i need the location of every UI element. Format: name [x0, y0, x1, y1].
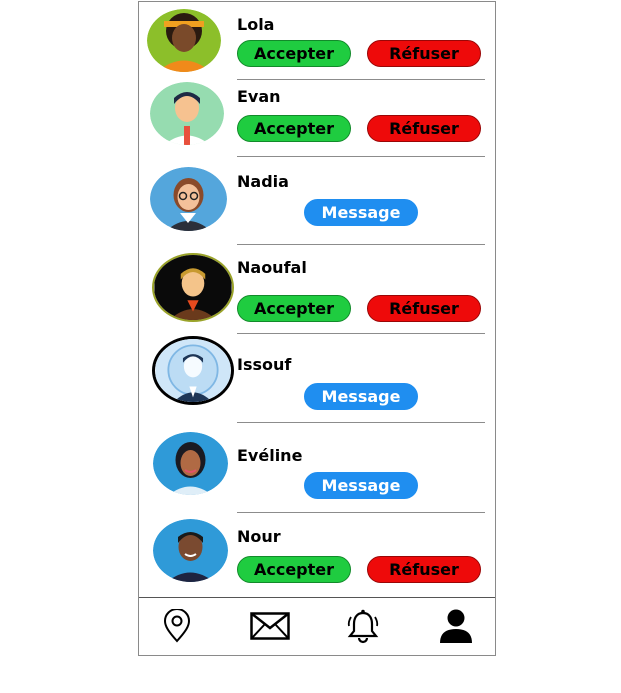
- nav-notifications[interactable]: [342, 606, 384, 646]
- accept-button[interactable]: Accepter: [237, 115, 351, 142]
- contact-name: Issouf: [237, 355, 292, 374]
- refuse-button[interactable]: Réfuser: [367, 556, 481, 583]
- divider: [237, 79, 485, 80]
- avatar-eveline[interactable]: [153, 432, 228, 495]
- refuse-button[interactable]: Réfuser: [367, 40, 481, 67]
- location-pin-icon: [163, 609, 191, 643]
- refuse-button[interactable]: Réfuser: [367, 295, 481, 322]
- divider: [237, 422, 485, 423]
- avatar-evan[interactable]: [150, 82, 224, 145]
- bottom-navigation: [139, 597, 495, 655]
- contact-name: Lola: [237, 15, 275, 34]
- nav-map[interactable]: [156, 606, 198, 646]
- divider: [237, 512, 485, 513]
- accept-button[interactable]: Accepter: [237, 556, 351, 583]
- nav-messages[interactable]: [249, 606, 291, 646]
- divider: [237, 156, 485, 157]
- avatar-issouf[interactable]: [152, 336, 234, 405]
- contact-name: Evan: [237, 87, 281, 106]
- mail-icon: [250, 612, 290, 640]
- accept-button[interactable]: Accepter: [237, 295, 351, 322]
- nav-profile[interactable]: [435, 606, 477, 646]
- friends-screen: Lola Accepter Réfuser Evan Accepter Réfu…: [138, 1, 496, 656]
- message-button[interactable]: Message: [304, 472, 418, 499]
- avatar-lola[interactable]: [147, 9, 221, 72]
- avatar-nour[interactable]: [153, 519, 228, 582]
- avatar-nadia[interactable]: [150, 167, 227, 231]
- user-icon: [440, 609, 472, 643]
- accept-button[interactable]: Accepter: [237, 40, 351, 67]
- contact-name: Nadia: [237, 172, 289, 191]
- divider: [237, 244, 485, 245]
- message-button[interactable]: Message: [304, 199, 418, 226]
- avatar-naoufal[interactable]: [152, 253, 234, 322]
- bell-icon: [347, 609, 379, 644]
- refuse-button[interactable]: Réfuser: [367, 115, 481, 142]
- contact-name: Naoufal: [237, 258, 307, 277]
- contact-name: Evéline: [237, 446, 303, 465]
- contact-name: Nour: [237, 527, 281, 546]
- message-button[interactable]: Message: [304, 383, 418, 410]
- divider: [237, 333, 485, 334]
